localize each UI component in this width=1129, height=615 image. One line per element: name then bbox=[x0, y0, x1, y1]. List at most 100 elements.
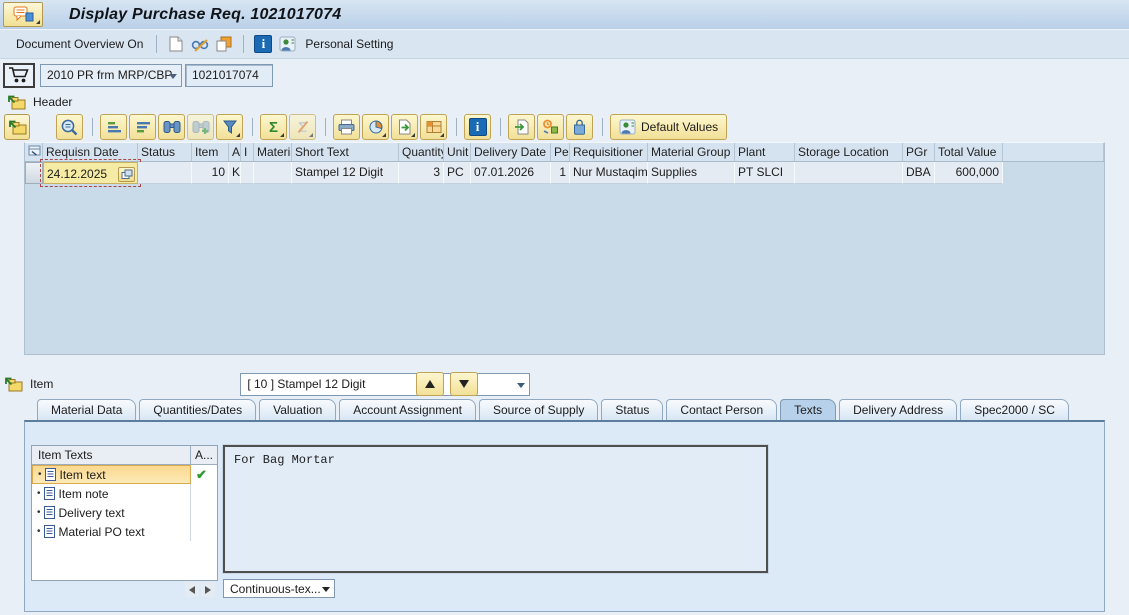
scroll-left-button[interactable] bbox=[185, 582, 199, 597]
layout-button[interactable] bbox=[420, 114, 447, 140]
column-header-material[interactable]: Material bbox=[254, 143, 292, 161]
select-all-button[interactable] bbox=[25, 143, 43, 161]
scroll-right-button[interactable] bbox=[201, 582, 215, 597]
tab-contact-person[interactable]: Contact Person bbox=[666, 399, 778, 420]
views-button[interactable] bbox=[362, 114, 389, 140]
item-select[interactable]: [ 10 ] Stampel 12 Digit bbox=[240, 372, 531, 396]
cell-total-value[interactable]: 600,000 bbox=[935, 162, 1003, 184]
column-header-plant[interactable]: Plant bbox=[735, 143, 795, 161]
column-header-a[interactable]: A bbox=[229, 143, 241, 161]
copy-item-button[interactable] bbox=[508, 114, 535, 140]
check-status-button[interactable] bbox=[537, 114, 564, 140]
default-values-button[interactable]: Default Values bbox=[610, 114, 728, 140]
column-header-short-text[interactable]: Short Text bbox=[292, 143, 399, 161]
collapse-items-button[interactable] bbox=[4, 114, 30, 140]
cell-per[interactable]: 1 bbox=[551, 162, 570, 184]
find-next-button[interactable] bbox=[187, 114, 214, 140]
list-item-material-po-text[interactable]: • Material PO text bbox=[32, 522, 217, 541]
text-format-select[interactable]: Continuous-tex... bbox=[223, 579, 335, 598]
column-header-requisn-date[interactable]: Requisn Date bbox=[43, 143, 138, 161]
other-document-button[interactable] bbox=[212, 33, 236, 55]
row-select-button[interactable] bbox=[25, 162, 43, 184]
cell-quantity[interactable]: 3 bbox=[399, 162, 444, 184]
date-detail-button[interactable] bbox=[118, 166, 135, 182]
header-label[interactable]: Header bbox=[33, 95, 72, 109]
tab-quantities-dates[interactable]: Quantities/Dates bbox=[139, 399, 257, 420]
cell-requisn-date[interactable]: 24.12.2025 bbox=[40, 159, 141, 187]
tab-status[interactable]: Status bbox=[601, 399, 664, 420]
cell-pgr[interactable]: DBA bbox=[903, 162, 935, 184]
cell-i[interactable] bbox=[241, 162, 254, 184]
previous-item-button[interactable] bbox=[416, 372, 445, 396]
document-number-field[interactable]: 1021017074 bbox=[185, 63, 273, 87]
personal-setting-button[interactable] bbox=[275, 33, 299, 55]
create-document-button[interactable] bbox=[164, 33, 188, 55]
document-type-select[interactable]: 2010 PR frm MRP/CBP bbox=[40, 63, 182, 87]
arrow-left-icon bbox=[189, 585, 195, 594]
item-texts-title: Item Texts bbox=[32, 446, 191, 464]
column-header-delivery-date[interactable]: Delivery Date bbox=[471, 143, 551, 161]
cart-button[interactable] bbox=[3, 62, 35, 88]
column-header-quantity[interactable]: Quantity bbox=[399, 143, 444, 161]
tab-spec2000-sc[interactable]: Spec2000 / SC bbox=[960, 399, 1069, 420]
total-button[interactable]: Σ bbox=[260, 114, 287, 140]
column-header-unit[interactable]: Unit bbox=[444, 143, 471, 161]
cell-material[interactable] bbox=[254, 162, 292, 184]
help-button[interactable]: i bbox=[251, 33, 275, 55]
column-header-requisitioner[interactable]: Requisitioner bbox=[570, 143, 648, 161]
collapse-item-detail-button[interactable] bbox=[4, 376, 23, 392]
text-editor[interactable]: For Bag Mortar bbox=[223, 445, 768, 573]
cell-short-text[interactable]: Stampel 12 Digit bbox=[292, 162, 399, 184]
filter-button[interactable] bbox=[216, 114, 243, 140]
cell-delivery-date[interactable]: 07.01.2026 bbox=[471, 162, 551, 184]
gui-services-button[interactable] bbox=[3, 2, 43, 27]
column-header-storage-location[interactable]: Storage Location bbox=[795, 143, 903, 161]
column-header-i[interactable]: I bbox=[241, 143, 254, 161]
expand-header-button[interactable] bbox=[7, 94, 26, 110]
column-header-status[interactable]: Status bbox=[138, 143, 192, 161]
services-for-object-button[interactable] bbox=[566, 114, 593, 140]
overlapping-windows-icon bbox=[121, 169, 133, 180]
display-change-button[interactable] bbox=[188, 33, 212, 55]
tab-source-of-supply[interactable]: Source of Supply bbox=[478, 399, 599, 420]
cell-requisitioner[interactable]: Nur Mustaqim bbox=[570, 162, 648, 184]
cell-item[interactable]: 10 bbox=[192, 162, 229, 184]
tab-account-assignment[interactable]: Account Assignment bbox=[339, 399, 476, 420]
personal-setting-label[interactable]: Personal Setting bbox=[299, 37, 399, 51]
tab-valuation[interactable]: Valuation bbox=[259, 399, 337, 420]
cell-material-group[interactable]: Supplies bbox=[648, 162, 735, 184]
copy-document-icon bbox=[216, 36, 232, 52]
list-item-delivery-text[interactable]: • Delivery text bbox=[32, 503, 217, 522]
table-select-icon bbox=[28, 145, 41, 157]
column-header-per[interactable]: Per bbox=[551, 143, 570, 161]
cell-storage-location[interactable] bbox=[795, 162, 903, 184]
column-header-pgr[interactable]: PGr bbox=[903, 143, 935, 161]
tab-texts[interactable]: Texts bbox=[780, 399, 837, 420]
table-row[interactable]: 24.12.2025 10 K Stampel 12 Digit 3 PC 07… bbox=[25, 159, 1104, 187]
info-icon: i bbox=[468, 118, 487, 136]
cell-status[interactable] bbox=[138, 162, 192, 184]
find-button[interactable] bbox=[158, 114, 185, 140]
column-header-total-value[interactable]: Total Value bbox=[935, 143, 1003, 161]
tab-delivery-address[interactable]: Delivery Address bbox=[839, 399, 958, 420]
document-overview-button[interactable]: Document Overview On bbox=[10, 37, 149, 51]
person-settings-icon bbox=[619, 119, 636, 135]
sort-ascending-button[interactable] bbox=[100, 114, 127, 140]
cell-a[interactable]: K bbox=[229, 162, 241, 184]
grid-header-row: Requisn Date Status Item A I Material Sh… bbox=[25, 143, 1104, 162]
item-help-button[interactable]: i bbox=[464, 114, 491, 140]
list-item-item-note[interactable]: • Item note bbox=[32, 484, 217, 503]
column-header-material-group[interactable]: Material Group bbox=[648, 143, 735, 161]
subtotal-button[interactable]: Σ bbox=[289, 114, 316, 140]
next-item-button[interactable] bbox=[450, 372, 479, 396]
details-button[interactable] bbox=[56, 114, 83, 140]
sort-descending-button[interactable] bbox=[129, 114, 156, 140]
export-button[interactable] bbox=[391, 114, 418, 140]
cell-unit[interactable]: PC bbox=[444, 162, 471, 184]
sort-descending-icon bbox=[135, 119, 151, 135]
print-button[interactable] bbox=[333, 114, 360, 140]
column-header-item[interactable]: Item bbox=[192, 143, 229, 161]
list-item-item-text[interactable]: • Item text ✔ bbox=[32, 465, 217, 484]
tab-material-data[interactable]: Material Data bbox=[37, 399, 137, 420]
cell-plant[interactable]: PT SLCI bbox=[735, 162, 795, 184]
